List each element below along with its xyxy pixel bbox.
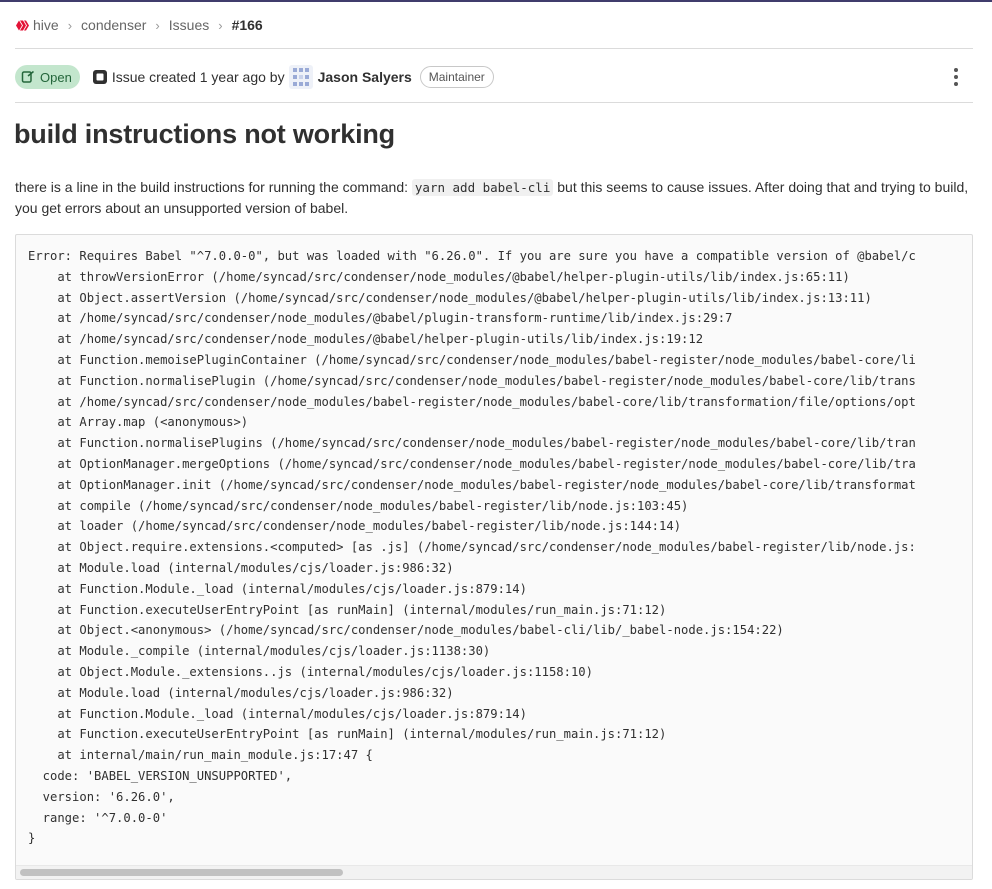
code-line: at /home/syncad/src/condenser/node_modul…	[28, 311, 733, 326]
top-accent-line	[0, 0, 992, 2]
status-badge: Open	[15, 65, 80, 89]
code-line: at Module._compile (internal/modules/cjs…	[28, 644, 491, 659]
divider	[15, 48, 973, 49]
status-label: Open	[40, 69, 72, 85]
issue-description: there is a line in the build instruction…	[15, 177, 980, 219]
code-line: }	[28, 831, 36, 846]
code-line: at Function.Module._load (internal/modul…	[28, 706, 527, 721]
code-line: Error: Requires Babel "^7.0.0-0", but wa…	[28, 249, 916, 263]
issue-type-icon	[92, 69, 108, 85]
code-line: at Module.load (internal/modules/cjs/loa…	[28, 685, 454, 700]
issue-title: build instructions not working	[14, 119, 395, 149]
breadcrumb-issues[interactable]: Issues	[169, 17, 209, 33]
code-line: at Function.executeUserEntryPoint [as ru…	[28, 602, 667, 617]
code-line: at Object.<anonymous> (/home/syncad/src/…	[28, 623, 784, 638]
code-line: at /home/syncad/src/condenser/node_modul…	[28, 332, 704, 347]
breadcrumb-condenser[interactable]: condenser	[81, 17, 146, 33]
code-line: at Function.memoisePluginContainer (/hom…	[28, 352, 916, 367]
chevron-right-icon: ›	[218, 17, 223, 33]
code-line: at Array.map (<anonymous>)	[28, 415, 249, 430]
breadcrumb-issue-number[interactable]: #166	[232, 17, 263, 33]
code-line: at Function.normalisePlugin (/home/synca…	[28, 373, 916, 388]
breadcrumb-hive[interactable]: hive	[33, 17, 59, 33]
code-line: at Module.load (internal/modules/cjs/loa…	[28, 560, 454, 575]
issue-created-meta: Issue created 1 year ago by	[111, 69, 285, 85]
horizontal-scrollbar[interactable]	[16, 865, 972, 879]
chevron-right-icon: ›	[67, 17, 73, 33]
role-badge: Maintainer	[419, 66, 494, 88]
chevron-right-icon: ›	[155, 17, 160, 33]
code-line: at loader (/home/syncad/src/condenser/no…	[28, 519, 682, 534]
issue-header: Open Issue created 1 year ago by Jason S…	[15, 64, 973, 90]
code-line: at internal/main/run_main_module.js:17:4…	[28, 748, 373, 763]
more-actions-kebab-icon[interactable]	[947, 67, 965, 87]
description-text: there is a line in the build instruction…	[15, 179, 412, 195]
inline-code: yarn add babel-cli	[411, 179, 554, 196]
issue-open-icon	[21, 70, 34, 83]
code-line: at /home/syncad/src/condenser/node_modul…	[28, 394, 916, 409]
code-line: version: '6.26.0',	[28, 789, 175, 804]
code-line: at OptionManager.init (/home/syncad/src/…	[28, 477, 916, 492]
hive-logo-icon[interactable]	[15, 18, 30, 33]
code-line: at compile (/home/syncad/src/condenser/n…	[28, 498, 689, 513]
code-line: at Function.executeUserEntryPoint [as ru…	[28, 727, 667, 742]
code-line: at OptionManager.mergeOptions (/home/syn…	[28, 456, 916, 471]
breadcrumb: hive › condenser › Issues › #166	[15, 16, 263, 34]
code-line: at Object.Module._extensions..js (intern…	[28, 664, 593, 679]
code-line: at throwVersionError (/home/syncad/src/c…	[28, 269, 850, 284]
code-line: range: '^7.0.0-0'	[28, 810, 168, 825]
code-line: at Object.assertVersion (/home/syncad/sr…	[28, 290, 872, 305]
code-line: at Function.normalisePlugins (/home/sync…	[28, 436, 916, 451]
author-name-link[interactable]: Jason Salyers	[318, 69, 412, 85]
author-avatar[interactable]	[288, 65, 313, 89]
scrollbar-thumb[interactable]	[20, 869, 343, 876]
code-lines: Error: Requires Babel "^7.0.0-0", but wa…	[28, 246, 916, 849]
code-block[interactable]: Error: Requires Babel "^7.0.0-0", but wa…	[15, 234, 973, 880]
code-line: at Function.Module._load (internal/modul…	[28, 581, 527, 596]
divider	[15, 102, 973, 103]
code-line: code: 'BABEL_VERSION_UNSUPPORTED',	[28, 768, 293, 783]
code-line: at Object.require.extensions.<computed> …	[28, 540, 916, 555]
